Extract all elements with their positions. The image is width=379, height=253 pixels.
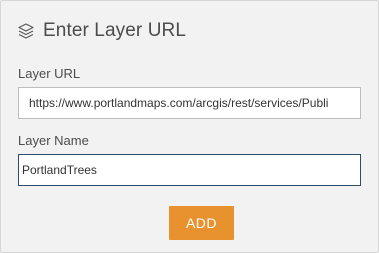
layer-name-label: Layer Name [18,133,89,148]
layer-url-input[interactable] [18,87,361,119]
layer-url-label: Layer URL [18,66,81,81]
layer-name-input[interactable] [18,154,361,186]
add-button[interactable]: ADD [169,206,234,240]
enter-layer-url-panel: Enter Layer URL Layer URL Layer Name ADD [0,0,379,253]
layers-icon [17,22,35,40]
panel-header: Enter Layer URL [17,19,186,43]
panel-title: Enter Layer URL [43,20,187,41]
